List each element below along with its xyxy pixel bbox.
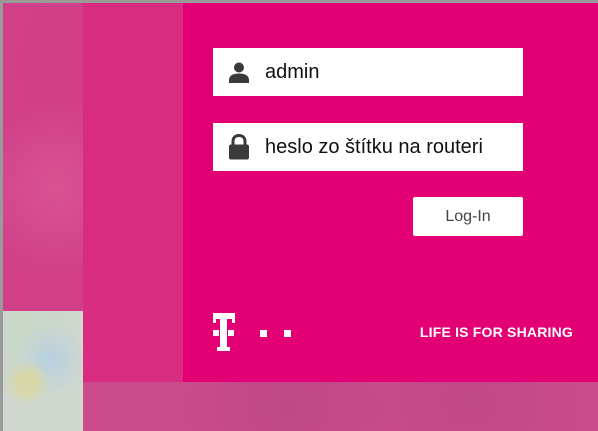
brand-slogan: LIFE IS FOR SHARING bbox=[419, 324, 573, 340]
login-panel: admin heslo zo štítku na routeri Log-In bbox=[183, 3, 598, 382]
user-icon bbox=[213, 48, 265, 96]
telekom-t-logo bbox=[212, 310, 302, 355]
username-field[interactable]: admin bbox=[213, 48, 523, 96]
password-field[interactable]: heslo zo štítku na routeri bbox=[213, 123, 523, 171]
window-border-left bbox=[0, 0, 3, 431]
username-value[interactable]: admin bbox=[265, 61, 319, 84]
background-photo-tile bbox=[3, 311, 83, 431]
lock-icon bbox=[213, 123, 265, 171]
background-tile-bottom bbox=[83, 382, 598, 431]
background-tile-middle bbox=[83, 3, 183, 431]
password-value[interactable]: heslo zo štítku na routeri bbox=[265, 136, 483, 159]
login-button[interactable]: Log-In bbox=[413, 197, 523, 236]
